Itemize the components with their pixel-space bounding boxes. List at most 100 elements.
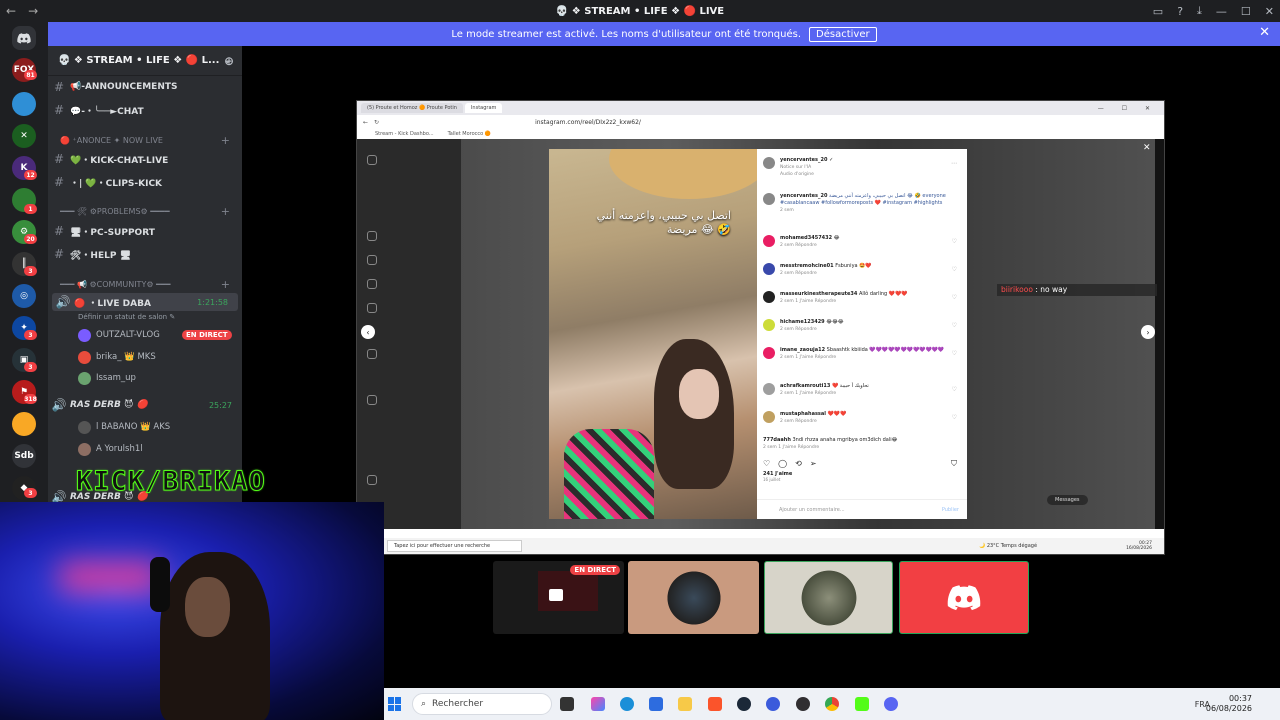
likes-count[interactable]: 241 J'aime 16 juillet: [763, 471, 792, 482]
speaker-icon: 🔊: [51, 490, 67, 502]
obs-icon[interactable]: [796, 697, 810, 711]
reload-icon[interactable]: ↻: [374, 119, 379, 126]
close-icon[interactable]: ✕: [1143, 143, 1151, 153]
channel-kick-chat-live[interactable]: # 💚・KICK-CHAT-LIVE: [48, 150, 242, 168]
forward-icon[interactable]: →: [22, 4, 44, 18]
add-member-icon[interactable]: ⊕: [224, 54, 234, 68]
stream-thumbnail-live[interactable]: EN DIRECT: [493, 561, 624, 634]
add-channel-icon[interactable]: +: [221, 278, 230, 291]
messages-label: Messages: [1055, 497, 1080, 503]
server-yellow-icon[interactable]: [12, 412, 36, 436]
server-header[interactable]: 💀 ❖ STREAM • LIFE ❖ 🔴 L... ⌄ ⊕: [48, 46, 242, 76]
channel-status-hint[interactable]: Définir un statut de salon ✎: [48, 308, 242, 326]
heart-icon[interactable]: ♡: [952, 414, 957, 421]
steam-icon[interactable]: [737, 697, 751, 711]
category-anonce[interactable]: 🔴 ⁺ANONCE ✦ NOW LIVE +: [48, 131, 242, 149]
browser-tab-instagram[interactable]: Instagram: [464, 103, 503, 113]
participant-tile-issam[interactable]: [899, 561, 1029, 634]
close-window-icon[interactable]: ✕: [1265, 5, 1274, 18]
app-blue-icon[interactable]: [766, 697, 780, 711]
discord-home-icon[interactable]: [12, 26, 36, 50]
server-sdb-icon[interactable]: Sdb: [12, 444, 36, 468]
repost-icon[interactable]: ⟲: [795, 459, 802, 468]
category-community[interactable]: ━━━ 📢 ⚙COMMUNITY⚙ ━━━ +: [48, 275, 242, 293]
overlay-user: biirikooo: [1001, 285, 1033, 294]
category-problems[interactable]: ━━━ 🛠 ⚙PROBLEMS⚙ ━━━━ +: [48, 202, 242, 220]
windows-start-icon[interactable]: [388, 697, 402, 711]
heart-icon[interactable]: ♡: [952, 322, 957, 329]
address-bar[interactable]: instagram.com/reel/DIx2z2_kxw62/: [535, 119, 915, 126]
kick-app-icon[interactable]: [855, 697, 869, 711]
comment-text: 3ndi rhzza anaha mgribya om3dich dali😂: [792, 437, 898, 443]
instagram-logo-icon[interactable]: [367, 155, 377, 165]
post-photo: اتصل بي حبيبي، واعزمته أنني مريضة 😂 🤣: [549, 149, 757, 519]
minimize-icon[interactable]: —: [1216, 5, 1227, 18]
comment-input[interactable]: Ajouter un commentaire... Publier: [757, 499, 967, 519]
add-channel-icon[interactable]: +: [221, 205, 230, 218]
home-icon[interactable]: [367, 231, 377, 241]
chrome-icon[interactable]: [825, 697, 839, 711]
save-icon[interactable]: ⛉: [951, 459, 957, 469]
voice-user[interactable]: brika_ 👑 MKS: [78, 348, 156, 366]
participant-tile-brika[interactable]: [764, 561, 893, 634]
help-icon[interactable]: ?: [1177, 5, 1183, 18]
copilot-icon[interactable]: [591, 697, 605, 711]
heart-icon[interactable]: ♡: [952, 238, 957, 245]
previous-arrow-icon[interactable]: ‹: [361, 325, 375, 339]
menu-icon[interactable]: [367, 475, 377, 485]
voice-user[interactable]: Issam_up: [78, 369, 136, 387]
heart-icon[interactable]: ♡: [952, 386, 957, 393]
participant-tile-outzalt[interactable]: [628, 561, 759, 634]
heart-icon[interactable]: ♡: [952, 266, 957, 273]
server-avatar-icon[interactable]: [12, 92, 36, 116]
task-view-icon[interactable]: [560, 697, 574, 711]
voice-channel-ras-derb[interactable]: 🔊 RAS DERB 😈 🔴 25:27: [48, 396, 242, 414]
heart-icon[interactable]: ♡: [952, 294, 957, 301]
taskbar-search[interactable]: ⌕ Rechercher: [412, 693, 552, 715]
search-icon[interactable]: [367, 303, 377, 313]
create-icon[interactable]: [367, 349, 377, 359]
next-arrow-icon[interactable]: ›: [1141, 325, 1155, 339]
voice-user[interactable]: l BABANO 👑 AKS: [78, 418, 170, 436]
browser-tab[interactable]: (5) Proute et Homoz 🟠 Proute Potin: [361, 103, 463, 113]
post-author[interactable]: yencervantes_20 ✓ Notice sur l'IA Audio …: [763, 157, 961, 178]
brave-icon[interactable]: [708, 697, 722, 711]
server-blue-icon[interactable]: ◎: [12, 284, 36, 308]
reels-icon[interactable]: [367, 255, 377, 265]
heart-icon[interactable]: ♡: [952, 350, 957, 357]
store-icon[interactable]: [649, 697, 663, 711]
more-options-icon[interactable]: ⋯: [951, 160, 957, 167]
bookmark[interactable]: Stream - Kick Dashbo...: [375, 131, 434, 137]
inbox-icon[interactable]: ▭: [1153, 5, 1163, 18]
disable-streamer-button[interactable]: Désactiver: [809, 26, 877, 42]
voice-user[interactable]: OUTZALT-VLOG: [78, 326, 160, 344]
post-button[interactable]: Publier: [942, 507, 959, 513]
share-icon[interactable]: ➢: [810, 459, 817, 468]
back-icon[interactable]: ←: [0, 4, 22, 18]
edge-icon[interactable]: [620, 697, 634, 711]
add-channel-icon[interactable]: +: [221, 134, 230, 147]
back-icon[interactable]: ←: [363, 119, 368, 126]
explorer-icon[interactable]: [678, 697, 692, 711]
profile-icon[interactable]: [367, 395, 377, 405]
like-icon[interactable]: ♡: [763, 459, 770, 468]
umbrella-shape: [609, 149, 757, 199]
bookmark[interactable]: Tallet Morocco 🟠: [448, 131, 491, 137]
streamer-mode-banner: Le mode streamer est activé. Les noms d'…: [48, 22, 1280, 46]
guest-search-box[interactable]: Tapez ici pour effectuer une recherche: [387, 540, 522, 552]
channel-pc-support[interactable]: # 🖥・PC-SUPPORT: [48, 222, 242, 240]
channel-clips-kick[interactable]: # ・| 💚・CLIPS-KICK: [48, 173, 242, 191]
discord-app-icon[interactable]: [884, 697, 898, 711]
comment-icon[interactable]: ◯: [778, 459, 787, 468]
maximize-icon[interactable]: ☐: [1241, 5, 1251, 18]
channel-announcements[interactable]: # 📢-ANNOUNCEMENTS: [48, 78, 242, 96]
close-icon[interactable]: ✕: [1259, 25, 1270, 40]
messages-pill[interactable]: Messages: [1047, 495, 1088, 505]
voice-user[interactable]: A Yorulsh1l: [78, 440, 143, 458]
channel-chat[interactable]: # 💬-・╰──►CHAT: [48, 101, 242, 119]
messages-icon[interactable]: [367, 279, 377, 289]
download-icon[interactable]: ⤓: [1197, 4, 1202, 18]
taskbar-clock[interactable]: 00:37 06/08/2026: [1206, 694, 1252, 714]
channel-help[interactable]: # 🛠・HELP 🖥: [48, 245, 242, 263]
server-x-icon[interactable]: ✕: [12, 124, 36, 148]
